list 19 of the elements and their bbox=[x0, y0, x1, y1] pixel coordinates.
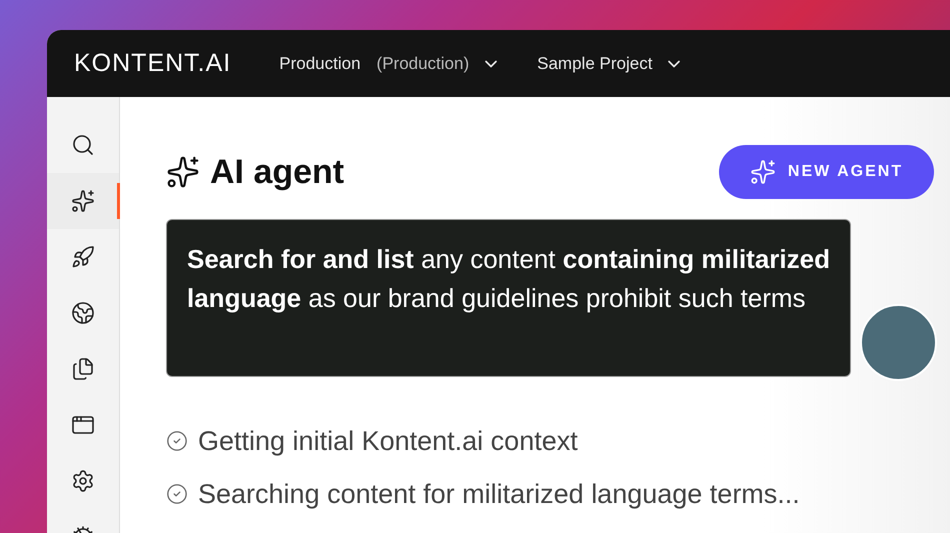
project-dropdown[interactable]: Sample Project bbox=[537, 50, 684, 76]
rocket-icon bbox=[71, 245, 95, 269]
step-text: Searching content for militarized language terms... bbox=[198, 478, 800, 511]
sparkles-icon bbox=[166, 155, 200, 189]
sidebar-item[interactable] bbox=[47, 173, 119, 229]
search-icon bbox=[71, 133, 95, 157]
step-text: Getting initial Kontent.ai context bbox=[198, 425, 578, 458]
active-indicator bbox=[117, 183, 120, 219]
globe-icon bbox=[71, 301, 95, 325]
sparkles-icon bbox=[750, 159, 776, 185]
window-icon bbox=[71, 413, 95, 437]
page-title: AI agent bbox=[210, 152, 344, 192]
sparkles-icon bbox=[71, 189, 95, 213]
logo: KONTENT.AI bbox=[74, 48, 232, 79]
environment-dropdown[interactable]: Production (Production) bbox=[279, 50, 502, 76]
prompt-text: Search for and list any content containing militarized language as our brand guidelines prohibit such terms bbox=[187, 243, 830, 315]
documents-icon bbox=[71, 357, 95, 381]
settings-icon bbox=[71, 469, 95, 493]
new-agent-button[interactable]: NEW AGENT bbox=[719, 145, 934, 199]
